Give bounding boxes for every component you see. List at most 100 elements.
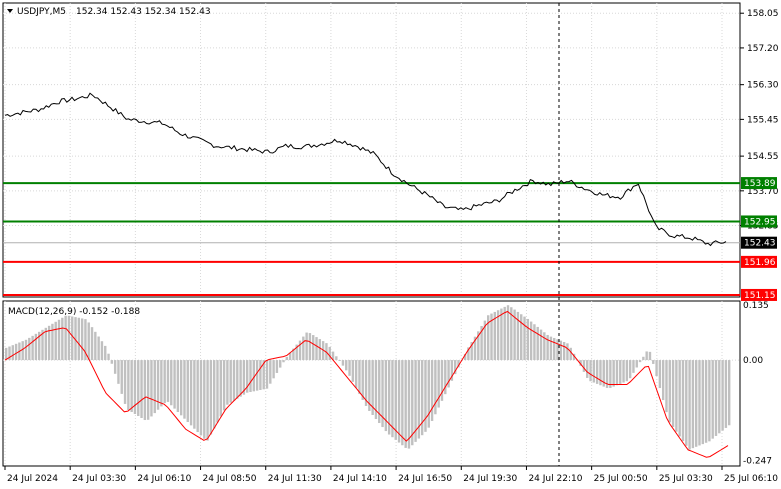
- macd-histogram-bar: [104, 345, 107, 361]
- macd-histogram-bar: [150, 360, 153, 417]
- macd-histogram-bar: [51, 323, 54, 361]
- macd-histogram-bar: [536, 326, 539, 361]
- macd-histogram-bar: [526, 318, 530, 361]
- macd-histogram-bar: [612, 360, 615, 387]
- macd-histogram-bar: [394, 360, 397, 440]
- macd-histogram-bar: [160, 360, 163, 407]
- macd-histogram-bar: [622, 360, 625, 383]
- macd-histogram-bar: [361, 360, 364, 400]
- macd-histogram-bar: [196, 360, 199, 433]
- time-axis[interactable]: 24 Jul 2024 24 Jul 03:30 24 Jul 06:10 24 Ju…: [4, 466, 778, 484]
- macd-histogram-bar: [54, 321, 57, 361]
- macd-histogram-bar: [14, 343, 18, 361]
- macd-histogram-bar: [589, 360, 592, 382]
- macd-histogram-bar: [265, 360, 269, 389]
- macd-histogram-bar: [179, 360, 183, 416]
- macd-histogram-bar: [543, 332, 546, 361]
- macd-histogram-bar: [434, 360, 437, 415]
- macd-histogram-bar: [728, 360, 731, 426]
- level-label: 153.89: [744, 179, 776, 189]
- macd-histogram-bar: [123, 360, 127, 404]
- current-price-label: 152.43: [744, 239, 776, 249]
- macd-histogram-bar: [143, 360, 147, 421]
- macd-histogram-bar: [424, 360, 427, 432]
- macd-histogram-bar: [599, 360, 602, 386]
- macd-histogram-bar: [315, 337, 318, 361]
- macd-histogram-bar: [44, 327, 48, 361]
- macd-histogram-bar: [582, 360, 586, 372]
- macd-histogram-bar: [437, 360, 440, 408]
- macd-histogram-bar: [193, 360, 196, 429]
- time-label: 24 Jul 19:30: [463, 474, 517, 484]
- macd-histogram-bar: [97, 336, 100, 361]
- macd-histogram-bar: [282, 360, 285, 363]
- macd-histogram-bar: [661, 360, 665, 401]
- macd-histogram-bar: [721, 360, 724, 431]
- macd-histogram-bar: [212, 360, 216, 429]
- macd-histogram-bar: [675, 360, 678, 432]
- macd-histogram-bar: [698, 360, 701, 446]
- macd-histogram-bar: [718, 360, 721, 434]
- macd-histogram-bar: [87, 322, 90, 361]
- macd-histogram-bar: [285, 356, 289, 361]
- macd-histogram-bar: [628, 360, 632, 379]
- macd-histogram-bar: [556, 339, 559, 361]
- level-label: 151.96: [744, 258, 776, 268]
- macd-histogram-bar: [704, 360, 708, 443]
- macd-histogram-bar: [529, 321, 533, 361]
- macd-histogram-bar: [430, 360, 434, 421]
- macd-histogram-bar: [615, 360, 619, 386]
- macd-histogram-bar: [203, 360, 206, 439]
- macd-histogram-bar: [625, 360, 629, 382]
- macd-histogram-bar: [404, 360, 407, 448]
- price-label: 155.45: [747, 115, 779, 125]
- macd-histogram-bar: [496, 310, 500, 361]
- time-label: 24 Jul 08:50: [203, 474, 257, 484]
- symbol-timeframe: USDJPY,M5: [17, 7, 66, 17]
- price-axis[interactable]: 158.05157.20156.30155.45154.55153.70152.…: [740, 9, 779, 232]
- time-label: 24 Jul 16:50: [398, 474, 452, 484]
- time-label: 24 Jul 11:30: [268, 474, 322, 484]
- macd-histogram-bar: [411, 360, 414, 446]
- macd-histogram-bar: [21, 341, 24, 361]
- macd-histogram-bar: [94, 331, 97, 361]
- macd-histogram-bar: [206, 360, 209, 441]
- macd-histogram-bar: [586, 360, 589, 378]
- macd-histogram-bar: [645, 351, 648, 361]
- macd-histogram-bar: [595, 360, 599, 384]
- price-panel[interactable]: [2, 2, 741, 298]
- macd-histogram-bar: [28, 337, 31, 361]
- macd-histogram-bar: [665, 360, 668, 413]
- time-label: 25 Jul 06:10: [724, 474, 778, 484]
- trading-chart[interactable]: 158.05157.20156.30155.45154.55153.70 152.…: [0, 0, 781, 489]
- macd-histogram-bar: [209, 360, 213, 435]
- macd-axis[interactable]: 0.135 0.00 -0.247: [743, 301, 772, 467]
- macd-histogram-bar: [338, 360, 341, 361]
- macd-histogram-bar: [520, 314, 523, 361]
- macd-histogram-bar: [354, 360, 358, 388]
- macd-histogram-bar: [503, 306, 506, 361]
- macd-histogram-bar: [619, 360, 622, 384]
- macd-histogram-bar: [341, 360, 345, 366]
- macd-histogram-bar: [328, 346, 331, 361]
- macd-histogram-bar: [724, 360, 728, 428]
- macd-histogram-bar: [249, 360, 252, 392]
- time-label: 24 Jul 06:10: [137, 474, 191, 484]
- macd-histogram-bar: [113, 360, 117, 374]
- macd-histogram-bar: [140, 360, 143, 419]
- time-label: 25 Jul 00:50: [594, 474, 648, 484]
- macd-histogram-bar: [183, 360, 186, 419]
- macd-histogram-bar: [305, 332, 308, 361]
- macd-histogram-bar: [5, 347, 8, 361]
- macd-histogram-bar: [199, 360, 203, 436]
- macd-histogram-bar: [401, 360, 404, 446]
- time-label: 24 Jul 22:10: [528, 474, 582, 484]
- macd-histogram-bar: [146, 360, 150, 420]
- macd-histogram-bar: [120, 360, 123, 394]
- macd-histogram-bar: [632, 360, 635, 373]
- macd-scale-label: 0.135: [743, 301, 769, 311]
- macd-histogram-bar: [272, 360, 275, 379]
- macd-histogram-bar: [137, 360, 140, 416]
- macd-histogram-bar: [166, 360, 170, 402]
- macd-histogram-bar: [642, 356, 645, 361]
